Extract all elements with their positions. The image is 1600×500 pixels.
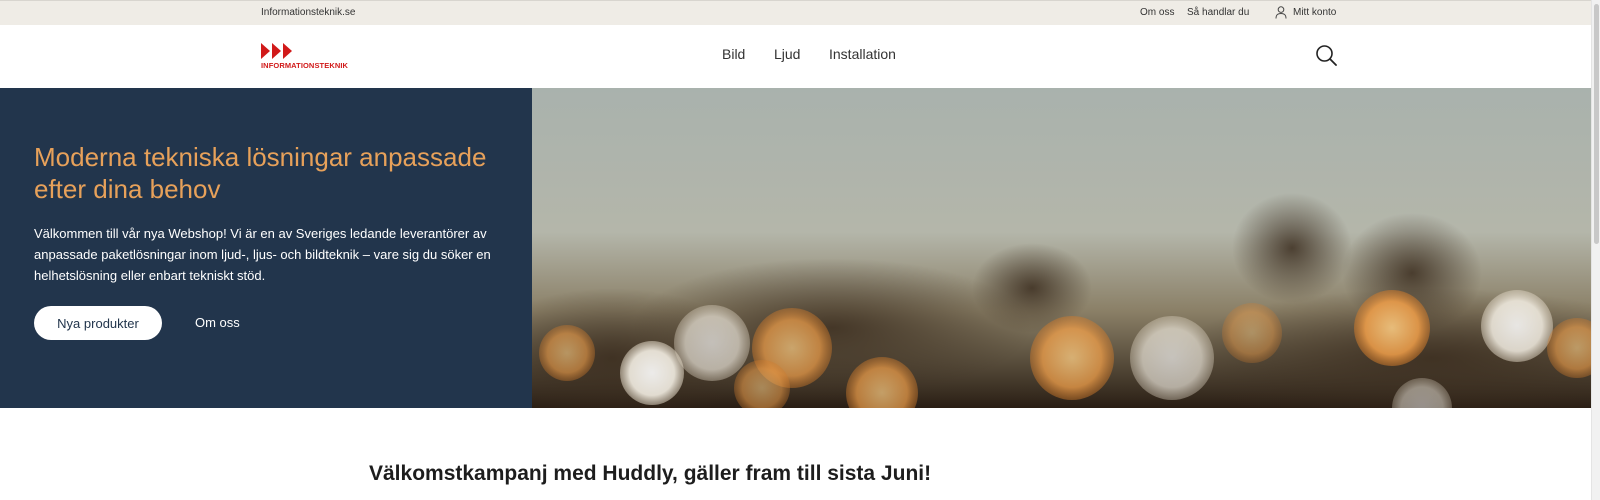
nya-produkter-button[interactable]: Nya produkter — [34, 306, 162, 340]
topbar-link-sa-handlar-du[interactable]: Så handlar du — [1187, 7, 1249, 18]
main-header: INFORMATIONSTEKNIK Bild Ljud Installatio… — [0, 25, 1600, 88]
topbar-link-om-oss[interactable]: Om oss — [1140, 7, 1174, 18]
topbar-link-mitt-konto[interactable]: Mitt konto — [1275, 6, 1336, 19]
scrollbar-thumb[interactable] — [1594, 4, 1599, 244]
triple-arrow-logo-icon — [261, 43, 292, 59]
site-name[interactable]: Informationsteknik.se — [261, 7, 356, 18]
hero-panel: Moderna tekniska lösningar anpassade eft… — [0, 88, 532, 408]
hero-description: Välkommen till vår nya Webshop! Vi är en… — [34, 226, 491, 283]
search-icon[interactable] — [1315, 44, 1337, 66]
top-utility-bar: Informationsteknik.se Om oss Så handlar … — [0, 0, 1600, 25]
page-scrollbar[interactable] — [1591, 0, 1600, 500]
logo[interactable]: INFORMATIONSTEKNIK — [261, 42, 353, 72]
logo-text: INFORMATIONSTEKNIK — [261, 61, 349, 70]
promo-heading: Välkomstkampanj med Huddly, gäller fram … — [369, 462, 932, 485]
om-oss-link[interactable]: Om oss — [195, 315, 240, 330]
nav-item-bild[interactable]: Bild — [722, 46, 745, 62]
nav-item-installation[interactable]: Installation — [829, 46, 896, 62]
mitt-konto-label: Mitt konto — [1293, 7, 1337, 18]
nav-item-ljud[interactable]: Ljud — [774, 46, 800, 62]
hero-bokeh-image — [532, 88, 1600, 408]
hero-title: Moderna tekniska lösningar anpassade eft… — [34, 142, 487, 204]
user-icon — [1275, 6, 1287, 19]
hero-banner: Moderna tekniska lösningar anpassade eft… — [0, 88, 1600, 408]
